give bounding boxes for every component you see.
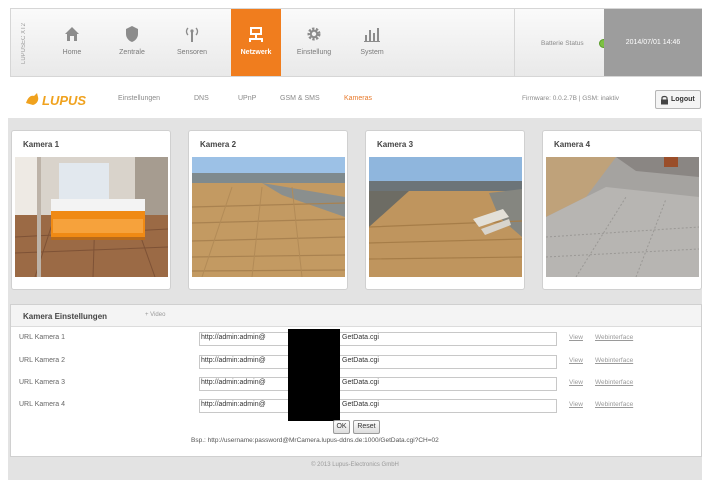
settings-header: Kamera Einstellungen + Video [11, 305, 701, 327]
url-suffix: GetData.cgi [342, 401, 379, 408]
view-link[interactable]: View [569, 357, 583, 364]
webinterface-link[interactable]: Webinterface [595, 379, 633, 386]
view-link[interactable]: View [569, 334, 583, 341]
content-panel: Kamera 1 Kamera 2 Kamera 3 Kamera 4 Kame… [8, 118, 702, 480]
status-area: Batterie Status [514, 9, 608, 76]
row-label: URL Kamera 3 [19, 379, 66, 386]
nav-item-system-label: System [360, 49, 384, 56]
top-navigation-bar: LUPUSEC XT2 Home Zentrale Sensoren Netzw… [10, 8, 702, 77]
url-suffix: GetData.cgi [342, 357, 379, 364]
sensor-icon [185, 27, 199, 42]
footer-copyright: © 2013 Lupus-Electronics GmbH [311, 462, 399, 468]
url-prefix: http://admin:admin@ [201, 379, 266, 386]
nav-item-zentrale-label: Zentrale [119, 49, 145, 56]
webinterface-link[interactable]: Webinterface [595, 334, 633, 341]
gear-icon [307, 27, 321, 41]
logout-button[interactable]: Logout [655, 90, 701, 109]
row-label: URL Kamera 2 [19, 357, 66, 364]
nav-item-home-label: Home [62, 49, 82, 56]
camera-url-row-3: URL Kamera 3 http://admin:admin@ GetData… [11, 374, 701, 396]
nav-item-sensoren-label: Sensoren [177, 49, 207, 56]
camera-settings-panel: Kamera Einstellungen + Video URL Kamera … [10, 304, 702, 457]
ok-button[interactable]: OK [333, 420, 350, 434]
url-suffix: GetData.cgi [342, 379, 379, 386]
shield-icon [126, 26, 138, 42]
camera-title: Kamera 1 [23, 140, 60, 149]
home-icon [65, 27, 79, 41]
logout-label: Logout [671, 96, 695, 103]
camera-card-4: Kamera 4 [542, 130, 702, 290]
product-name-vertical: LUPUSEC XT2 [21, 22, 27, 64]
subnav-item-gsm-sms[interactable]: GSM & SMS [280, 95, 320, 102]
sub-navigation-bar: LUPUS Einstellungen DNS UPnP GSM & SMS K… [10, 86, 702, 114]
network-icon [249, 27, 263, 42]
view-link[interactable]: View [569, 401, 583, 408]
nav-item-zentrale[interactable]: Zentrale [107, 9, 157, 76]
nav-item-system[interactable]: System [347, 9, 397, 76]
camera-feed-4[interactable] [546, 157, 699, 277]
lupus-logo: LUPUS [26, 93, 86, 108]
webinterface-link[interactable]: Webinterface [595, 357, 633, 364]
settings-title: Kamera Einstellungen [23, 312, 108, 321]
nav-item-netzwerk-label: Netzwerk [240, 49, 272, 56]
camera-feed-3[interactable] [369, 157, 522, 277]
camera-url-row-1: URL Kamera 1 http://admin:admin@ GetData… [11, 329, 701, 351]
url-suffix: GetData.cgi [342, 334, 379, 341]
camera-card-3: Kamera 3 [365, 130, 525, 290]
nav-item-sensoren[interactable]: Sensoren [167, 9, 217, 76]
subnav-item-einstellungen[interactable]: Einstellungen [118, 95, 160, 102]
subnav-item-dns[interactable]: DNS [194, 95, 209, 102]
camera-title: Kamera 4 [554, 140, 591, 149]
camera-url-row-2: URL Kamera 2 http://admin:admin@ GetData… [11, 352, 701, 374]
camera-feed-2[interactable] [192, 157, 345, 277]
webinterface-link[interactable]: Webinterface [595, 401, 633, 408]
row-label: URL Kamera 4 [19, 401, 66, 408]
camera-url-row-4: URL Kamera 4 http://admin:admin@ GetData… [11, 396, 701, 418]
camera-feed-1[interactable] [15, 157, 168, 277]
video-toggle-label: Video [150, 312, 166, 318]
nav-item-einstellung[interactable]: Einstellung [289, 9, 339, 76]
video-toggle[interactable]: + Video [145, 312, 165, 318]
url-prefix: http://admin:admin@ [201, 357, 266, 364]
camera-card-2: Kamera 2 [188, 130, 348, 290]
battery-status-label: Batterie Status [541, 40, 584, 47]
camera-title: Kamera 2 [200, 140, 237, 149]
redaction-block [288, 329, 340, 421]
subnav-item-kameras[interactable]: Kameras [344, 95, 372, 102]
svg-text:LUPUS: LUPUS [42, 93, 86, 108]
subnav-item-upnp[interactable]: UPnP [238, 95, 256, 102]
url-example-hint: Bsp.: http://username:password@MrCamera.… [191, 437, 439, 444]
view-link[interactable]: View [569, 379, 583, 386]
datetime-display: 2014/07/01 14:46 [604, 9, 702, 76]
camera-card-1: Kamera 1 [11, 130, 171, 290]
camera-title: Kamera 3 [377, 140, 414, 149]
nav-item-home[interactable]: Home [47, 9, 97, 76]
nav-item-einstellung-label: Einstellung [296, 49, 332, 56]
row-label: URL Kamera 1 [19, 334, 66, 341]
system-chart-icon [364, 28, 380, 42]
url-prefix: http://admin:admin@ [201, 334, 266, 341]
url-prefix: http://admin:admin@ [201, 401, 266, 408]
firmware-info: Firmware: 0.0.2.7B | GSM: inaktiv [522, 95, 620, 102]
reset-button[interactable]: Reset [353, 420, 380, 434]
nav-item-netzwerk[interactable]: Netzwerk [231, 9, 281, 76]
lock-icon [661, 95, 668, 105]
